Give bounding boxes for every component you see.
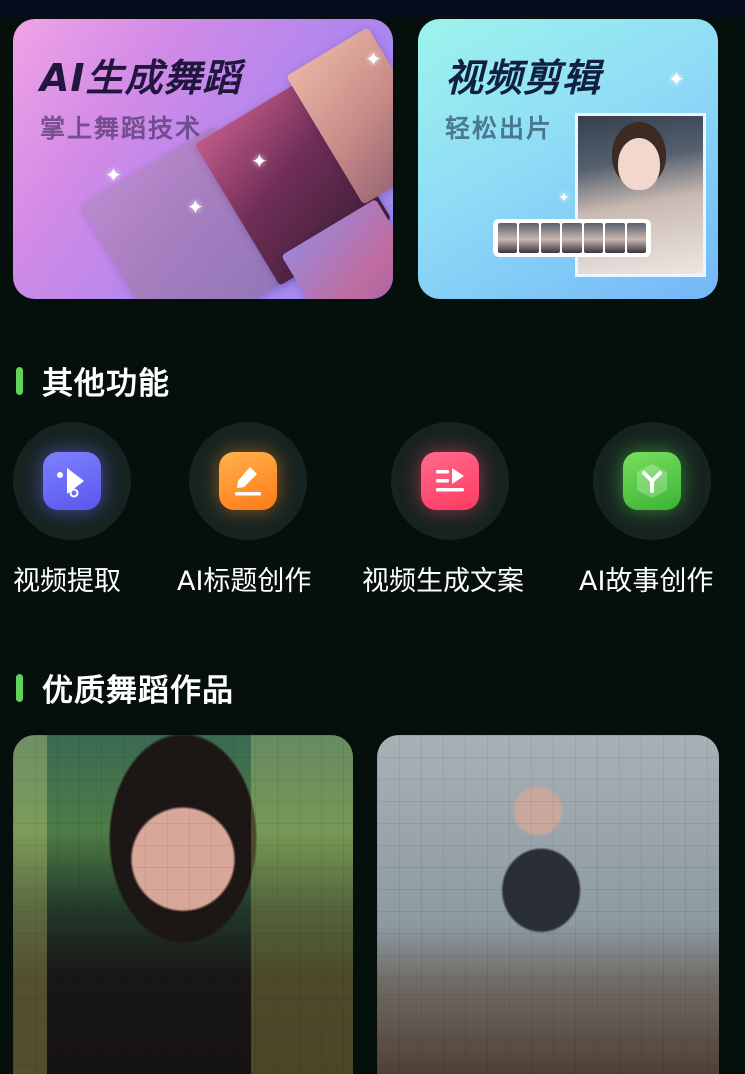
cube-y-icon — [623, 452, 681, 510]
icon-circle — [391, 422, 509, 540]
icon-circle — [189, 422, 307, 540]
sparkle-icon: ✦ — [105, 163, 122, 187]
section-accent-bar — [16, 366, 23, 395]
sparkle-icon: ✦ — [365, 47, 382, 71]
other-functions-header: 其他功能 — [16, 358, 170, 403]
ai-dance-card[interactable]: ✦ ✦ ✦ ✦ AI生成舞蹈 掌上舞蹈技术 — [13, 19, 393, 299]
section-accent-bar — [16, 673, 23, 702]
func-label: 视频生成文案 — [362, 566, 524, 597]
video-edit-title: 视频剪辑 — [445, 56, 602, 100]
func-ai-title[interactable]: AI标题创作 — [177, 422, 357, 602]
section-title: 优质舞蹈作品 — [42, 673, 234, 709]
film-frame — [562, 223, 582, 253]
app-screen: ✦ ✦ ✦ ✦ AI生成舞蹈 掌上舞蹈技术 ✦ ✦ 视频剪辑 轻松出片 其他功能 — [0, 0, 745, 1074]
sparkle-icon: ✦ — [187, 195, 204, 219]
pixelated-image — [13, 735, 353, 1074]
sparkle-icon: ✦ — [558, 190, 570, 206]
sparkle-icon: ✦ — [251, 149, 268, 173]
film-frame — [605, 223, 625, 253]
quality-works-header: 优质舞蹈作品 — [16, 665, 234, 710]
sparkle-icon: ✦ — [668, 67, 685, 91]
film-frame — [626, 223, 646, 253]
func-video-copywriting[interactable]: 视频生成文案 — [362, 422, 542, 602]
icon-circle — [13, 422, 131, 540]
pixelated-image — [377, 735, 719, 1074]
func-ai-story[interactable]: AI故事创作 — [565, 422, 745, 602]
func-video-extract[interactable]: 视频提取 — [13, 422, 193, 602]
film-frame — [519, 223, 539, 253]
text-play-icon — [421, 452, 479, 510]
ai-dance-title: AI生成舞蹈 — [40, 56, 242, 100]
dance-work-card[interactable] — [377, 735, 719, 1074]
video-edit-subtitle: 轻松出片 — [445, 114, 554, 143]
section-title: 其他功能 — [42, 366, 170, 402]
icon-circle — [593, 422, 711, 540]
ai-dance-subtitle: 掌上舞蹈技术 — [40, 114, 203, 143]
func-label: 视频提取 — [13, 566, 121, 597]
func-label: AI标题创作 — [177, 566, 312, 597]
film-frame — [583, 223, 604, 253]
film-frame — [540, 223, 561, 253]
video-edit-card[interactable]: ✦ ✦ 视频剪辑 轻松出片 — [418, 19, 718, 299]
top-status-strip — [0, 0, 745, 18]
dance-work-card[interactable] — [13, 735, 353, 1074]
portrait-figure — [618, 138, 660, 190]
play-extract-icon — [43, 452, 101, 510]
film-strip — [493, 219, 651, 257]
film-frame — [498, 223, 518, 253]
pencil-edit-icon — [219, 452, 277, 510]
func-label: AI故事创作 — [579, 566, 714, 597]
